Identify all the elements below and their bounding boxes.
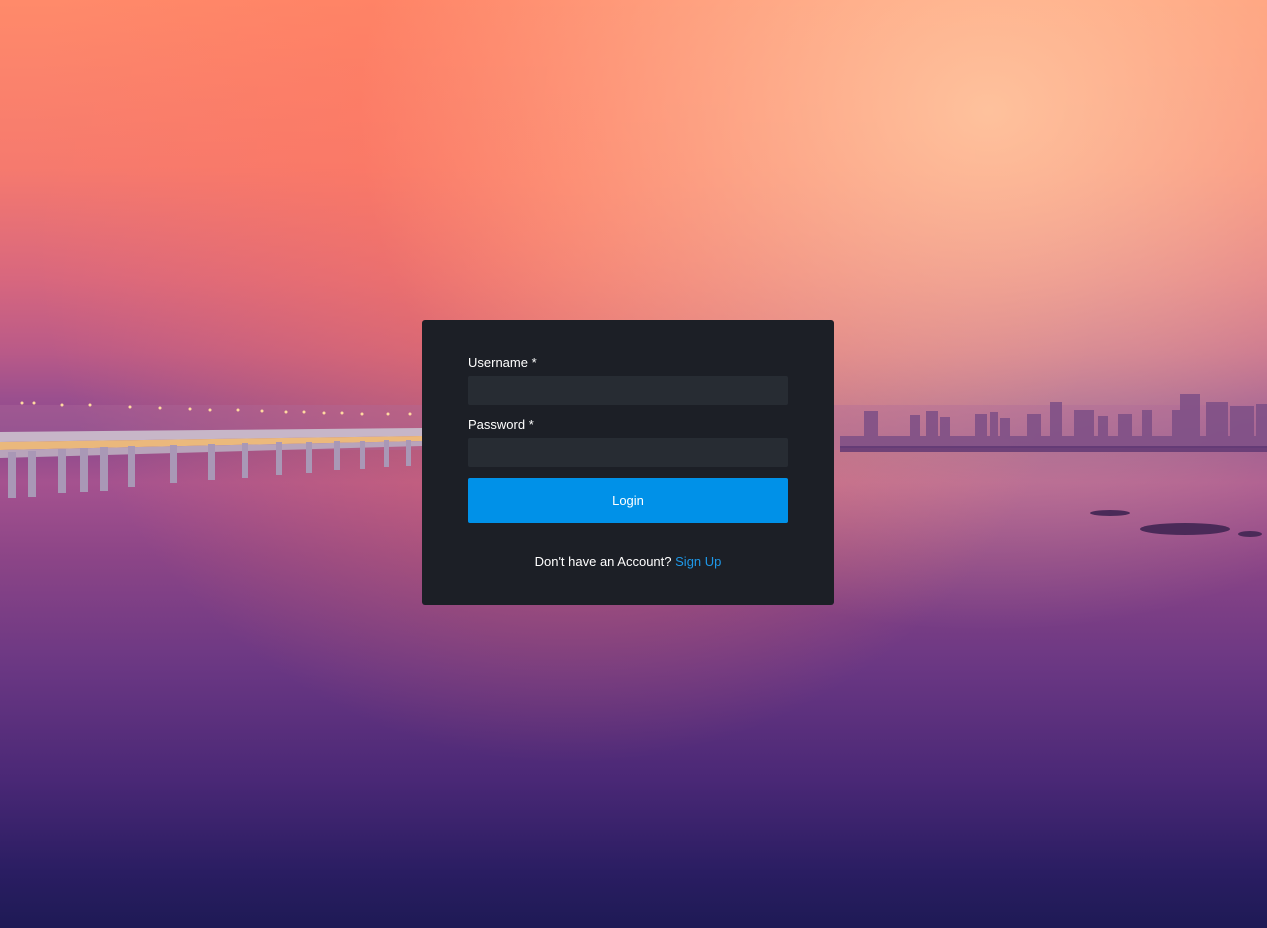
username-input[interactable] xyxy=(468,376,788,405)
password-field-group: Password * xyxy=(468,416,788,467)
signup-prompt-row: Don't have an Account? Sign Up xyxy=(468,554,788,569)
login-card: Username * Password * Login Don't have a… xyxy=(422,320,834,605)
login-button[interactable]: Login xyxy=(468,478,788,523)
signup-link[interactable]: Sign Up xyxy=(675,554,721,569)
username-field-group: Username * xyxy=(468,354,788,405)
password-label: Password * xyxy=(468,417,534,432)
password-input[interactable] xyxy=(468,438,788,467)
signup-prompt-text: Don't have an Account? xyxy=(534,554,672,569)
username-label: Username * xyxy=(468,355,537,370)
